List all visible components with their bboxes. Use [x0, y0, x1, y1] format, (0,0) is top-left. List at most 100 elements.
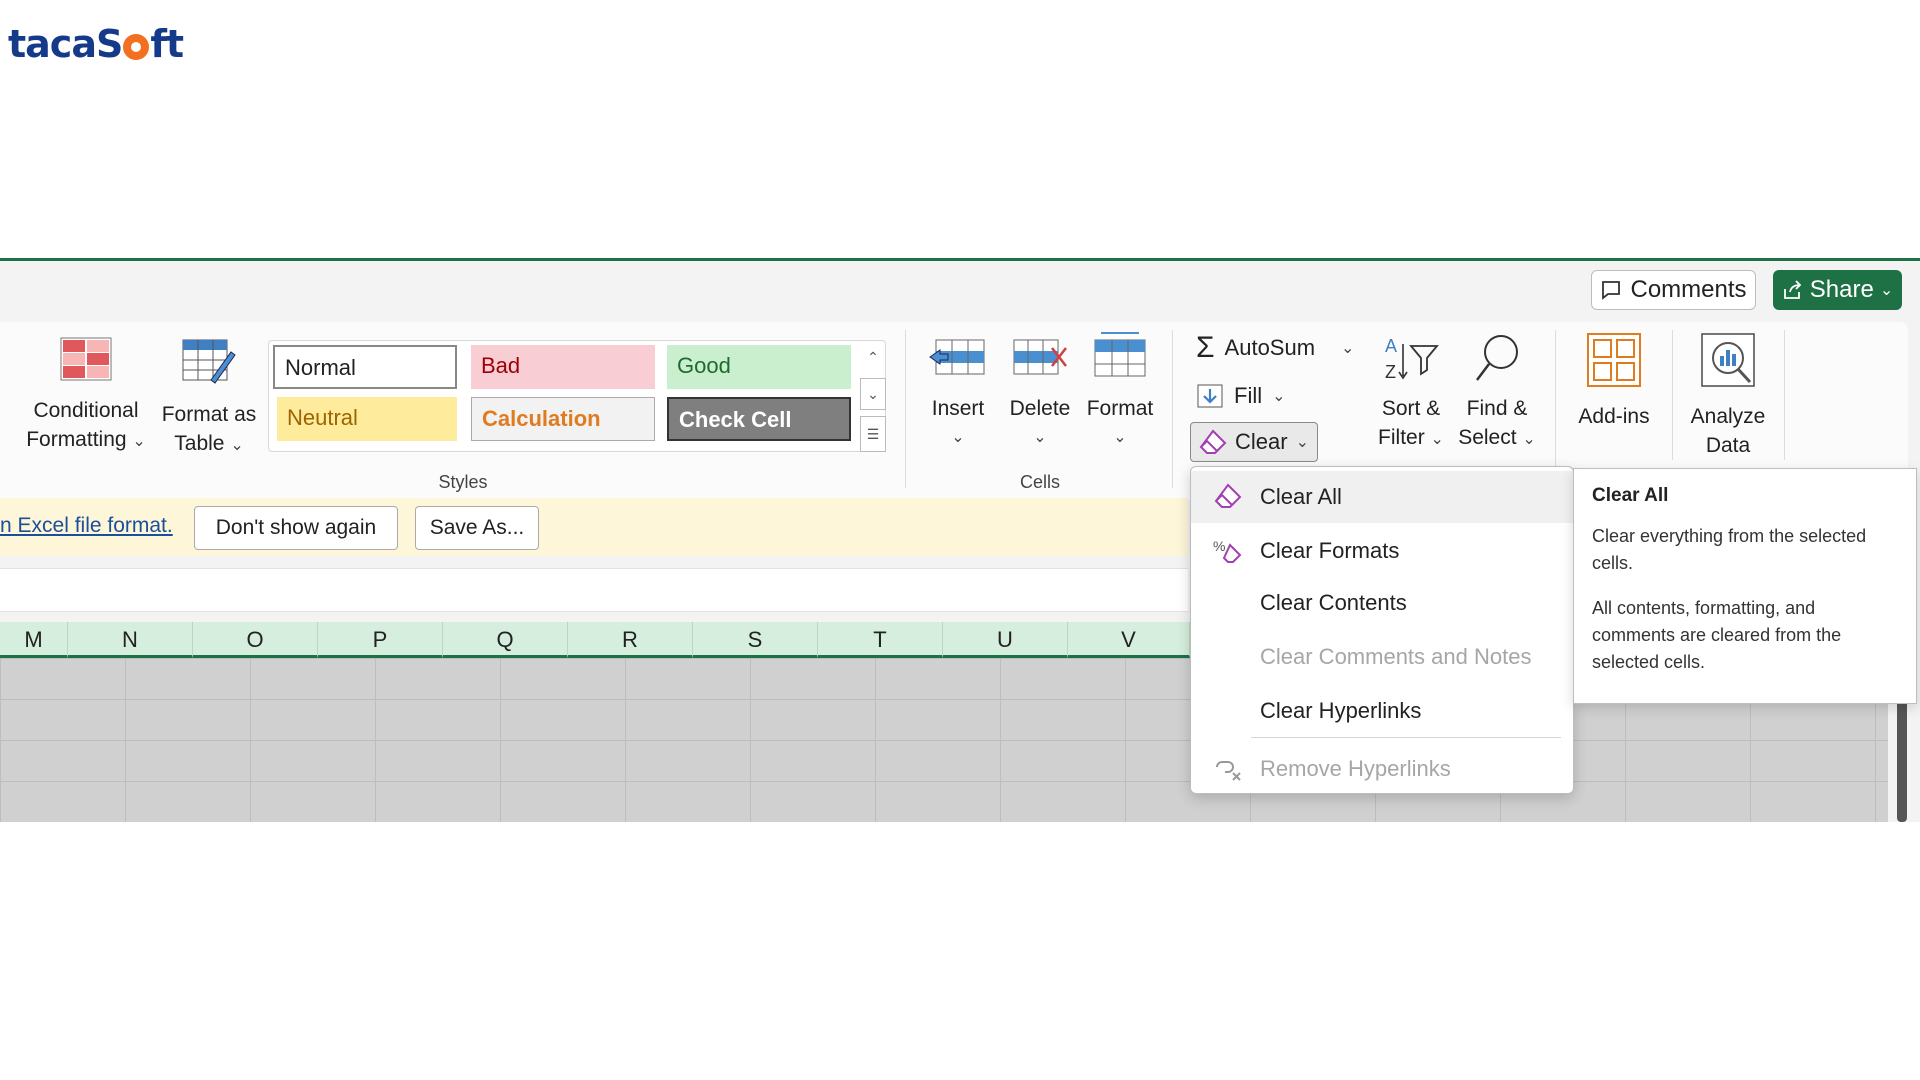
menu-item-clear-hyperlinks[interactable]: Clear Hyperlinks	[1191, 685, 1573, 737]
column-header-Q[interactable]: Q	[443, 622, 568, 658]
menu-item-clear-comments-notes: Clear Comments and Notes	[1260, 644, 1532, 669]
find-select-label-2: Select	[1458, 426, 1517, 449]
delete-cells-icon	[1013, 339, 1067, 375]
gallery-scroll-up[interactable]: ⌃	[860, 344, 886, 372]
menu-item-remove-hyperlinks: Remove Hyperlinks	[1191, 743, 1573, 795]
delete-label: Delete	[1009, 397, 1071, 420]
svg-text:%: %	[1213, 538, 1225, 554]
format-label: Format	[1086, 397, 1154, 420]
column-header-P[interactable]: P	[318, 622, 443, 658]
group-separator	[1672, 330, 1673, 460]
sort-filter-button[interactable]: A Z Sort & Filter ⌄	[1372, 332, 1450, 454]
column-header-U[interactable]: U	[943, 622, 1068, 658]
analyze-data-icon	[1701, 333, 1755, 387]
formula-bar[interactable]	[0, 568, 1188, 612]
insert-label: Insert	[931, 397, 985, 420]
format-as-table-icon	[182, 339, 236, 384]
column-header-T[interactable]: T	[818, 622, 943, 658]
add-ins-label: Add-ins	[1578, 405, 1650, 428]
clear-dropdown-menu: Clear All % Clear Formats Clear Contents…	[1190, 466, 1574, 794]
gallery-more-button[interactable]: ☰	[860, 416, 886, 452]
clear-all-tooltip: Clear All Clear everything from the sele…	[1573, 468, 1917, 704]
conditional-formatting-label-2: Formatting	[26, 428, 127, 451]
sort-filter-label-1: Sort &	[1381, 397, 1441, 420]
find-select-button[interactable]: Find & Select ⌄	[1452, 332, 1542, 454]
group-separator	[1784, 330, 1785, 460]
find-select-label-1: Find &	[1466, 397, 1528, 420]
column-header-R[interactable]: R	[568, 622, 693, 658]
compatibility-message-bar	[0, 498, 1188, 556]
chevron-down-icon: ⌄	[1033, 429, 1047, 446]
dont-show-again-button[interactable]: Don't show again	[194, 506, 398, 550]
style-good[interactable]: Good	[667, 345, 851, 389]
chevron-down-icon: ⌄	[1522, 431, 1536, 448]
excel-format-link[interactable]: n Excel file format.	[0, 514, 173, 538]
group-separator	[1555, 330, 1556, 488]
insert-cells-icon	[929, 339, 985, 375]
svg-text:Z: Z	[1385, 362, 1396, 382]
format-as-table-label-2: Table	[174, 432, 225, 455]
menu-item-clear-formats[interactable]: % Clear Formats	[1191, 525, 1573, 577]
style-normal[interactable]: Normal	[273, 345, 457, 389]
share-icon	[1783, 280, 1802, 299]
remove-link-icon	[1216, 761, 1241, 781]
conditional-formatting-icon	[60, 337, 112, 381]
column-header-V[interactable]: V	[1068, 622, 1190, 658]
share-label: Share	[1809, 276, 1874, 303]
menu-item-clear-contents[interactable]: Clear Contents	[1191, 577, 1573, 629]
comments-button[interactable]: Comments	[1591, 270, 1756, 310]
add-ins-icon	[1587, 333, 1641, 387]
svg-text:A: A	[1385, 336, 1397, 356]
eraser-icon	[1214, 483, 1242, 508]
tooltip-description-1: Clear everything from the selected cells…	[1592, 526, 1867, 573]
add-ins-button[interactable]: Add-ins	[1566, 332, 1662, 431]
clear-label: Clear	[1235, 429, 1288, 454]
conditional-formatting-label-1: Conditional	[33, 399, 139, 422]
format-cells-button[interactable]: Format ⌄	[1082, 330, 1158, 452]
column-header-O[interactable]: O	[193, 622, 318, 658]
analyze-label-2: Data	[1705, 434, 1751, 457]
chevron-down-icon: ⌄	[1879, 282, 1894, 299]
sort-filter-label-2: Filter	[1378, 426, 1425, 449]
autosum-button[interactable]: Σ AutoSum ⌄	[1196, 331, 1354, 364]
sort-filter-icon: A Z	[1385, 336, 1439, 382]
eraser-icon	[1199, 429, 1227, 454]
format-as-table-label-1: Format as	[161, 403, 257, 426]
analyze-data-button[interactable]: Analyze Data	[1680, 332, 1776, 460]
menu-item-clear-all[interactable]: Clear All	[1191, 471, 1573, 523]
style-bad[interactable]: Bad	[471, 345, 655, 389]
chevron-down-icon: ⌄	[1295, 434, 1309, 451]
column-header-M[interactable]: M	[0, 622, 68, 658]
column-header-N[interactable]: N	[68, 622, 193, 658]
gallery-scroll-down[interactable]: ⌄	[860, 378, 886, 410]
styles-group-label: Styles	[438, 472, 488, 492]
fill-button[interactable]: Fill ⌄	[1196, 380, 1286, 412]
style-neutral[interactable]: Neutral	[277, 397, 457, 441]
tooltip-title: Clear All	[1592, 485, 1669, 506]
menu-separator	[1251, 737, 1561, 738]
vertical-scrollbar[interactable]	[1897, 700, 1907, 822]
column-header-S[interactable]: S	[693, 622, 818, 658]
cells-group-label: Cells	[1019, 472, 1060, 492]
window-top-border	[0, 258, 1920, 261]
chevron-down-icon: ⌄	[1272, 388, 1286, 405]
sigma-icon: Σ	[1196, 331, 1215, 364]
conditional-formatting-button[interactable]: Conditional Formatting ⌄	[14, 336, 158, 456]
chevron-down-icon: ⌄	[230, 437, 244, 454]
cell-styles-gallery: Normal Bad Good Neutral Calculation Chec…	[268, 340, 886, 452]
autosum-label: AutoSum	[1224, 335, 1316, 360]
analyze-label-1: Analyze	[1690, 405, 1766, 428]
insert-button[interactable]: Insert ⌄	[922, 334, 994, 452]
group-separator	[905, 330, 906, 488]
logo-o-mark	[123, 34, 150, 60]
format-as-table-button[interactable]: Format as Table ⌄	[156, 336, 262, 460]
style-calculation[interactable]: Calculation	[471, 397, 655, 441]
style-check-cell[interactable]: Check Cell	[667, 397, 851, 441]
save-as-button[interactable]: Save As...	[415, 506, 539, 550]
share-button[interactable]: Share ⌄	[1773, 270, 1902, 310]
format-cells-icon	[1094, 332, 1146, 377]
clear-button[interactable]: Clear ⌄	[1190, 422, 1318, 462]
search-icon	[1476, 335, 1518, 381]
delete-button[interactable]: Delete ⌄	[1002, 334, 1078, 452]
fill-down-icon	[1197, 384, 1223, 408]
